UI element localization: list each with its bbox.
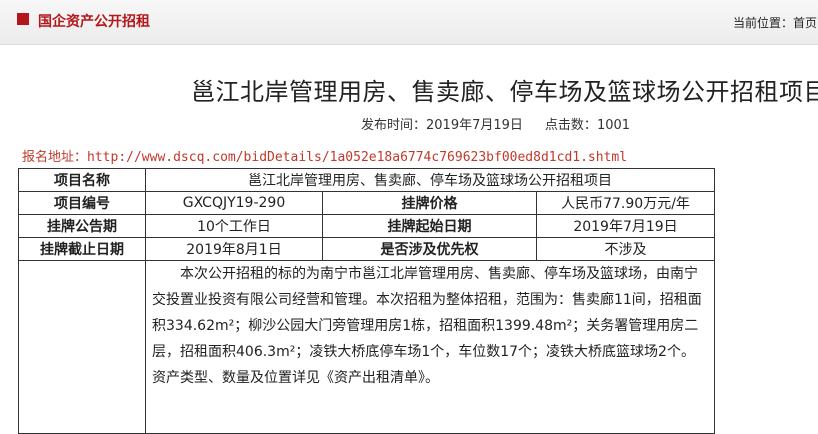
publish-label: 发布时间： (361, 118, 427, 133)
notice-period-value: 10个工作日 (145, 214, 323, 238)
project-code-label: 项目编号 (18, 191, 146, 215)
project-name-label: 项目名称 (18, 168, 146, 192)
priority-label: 是否涉及优先权 (322, 237, 537, 261)
table-row: 本次公开招租的标的为南宁市邕江北岸管理用房、售卖廊、停车场及篮球场，由南宁交投置… (18, 260, 716, 434)
article-meta: 发布时间：2019年7月19日 点击数：1001 (361, 114, 630, 133)
priority-value: 不涉及 (535, 237, 716, 261)
breadcrumb-label: 当前位置： (733, 16, 794, 30)
listing-price-value: 人民币77.90万元/年 (535, 191, 716, 215)
table-row: 项目编号 GXCQJY19-290 挂牌价格 人民币77.90万元/年 (18, 191, 716, 215)
publish-date: 2019年7月19日 (426, 118, 523, 133)
table-row: 挂牌公告期 10个工作日 挂牌起始日期 2019年7月19日 (18, 214, 716, 238)
section-title: 国企资产公开招租 (38, 14, 150, 30)
clicks-count: 1001 (596, 118, 631, 133)
start-date-label: 挂牌起始日期 (322, 214, 537, 238)
breadcrumb: 当前位置：首页 (733, 14, 817, 31)
end-date-value: 2019年8月1日 (145, 237, 323, 261)
project-code-value: GXCQJY19-290 (145, 191, 323, 215)
end-date-label: 挂牌截止日期 (18, 237, 146, 261)
registration-label: 报名地址： (22, 150, 88, 165)
breadcrumb-home-link[interactable]: 首页 (793, 16, 817, 30)
project-description-text: 本次公开招租的标的为南宁市邕江北岸管理用房、售卖廊、停车场及篮球场，由南宁交投置… (152, 266, 702, 386)
table-row: 项目名称 邕江北岸管理用房、售卖廊、停车场及篮球场公开招租项目 (18, 168, 716, 192)
registration-line: 报名地址：http://www.dscq.com/bidDetails/1a05… (22, 146, 627, 165)
notice-period-label: 挂牌公告期 (18, 214, 146, 238)
listing-price-label: 挂牌价格 (322, 191, 537, 215)
start-date-value: 2019年7月19日 (535, 214, 716, 238)
project-description: 本次公开招租的标的为南宁市邕江北岸管理用房、售卖廊、停车场及篮球场，由南宁交投置… (144, 260, 716, 434)
page-title: 邕江北岸管理用房、售卖廊、停车场及篮球场公开招租项目 (191, 78, 818, 106)
table-row: 挂牌截止日期 2019年8月1日 是否涉及优先权 不涉及 (18, 237, 716, 261)
clicks-label: 点击数： (544, 118, 597, 133)
registration-link[interactable]: http://www.dscq.com/bidDetails/1a052e18a… (87, 150, 627, 165)
section-square-icon (17, 13, 29, 25)
project-info-table: 项目名称 邕江北岸管理用房、售卖廊、停车场及篮球场公开招租项目 项目编号 GXC… (18, 168, 716, 434)
top-bar: 国企资产公开招租 当前位置：首页 (0, 0, 818, 45)
description-label-cell (18, 260, 146, 434)
project-name-value: 邕江北岸管理用房、售卖廊、停车场及篮球场公开招租项目 (144, 168, 716, 192)
